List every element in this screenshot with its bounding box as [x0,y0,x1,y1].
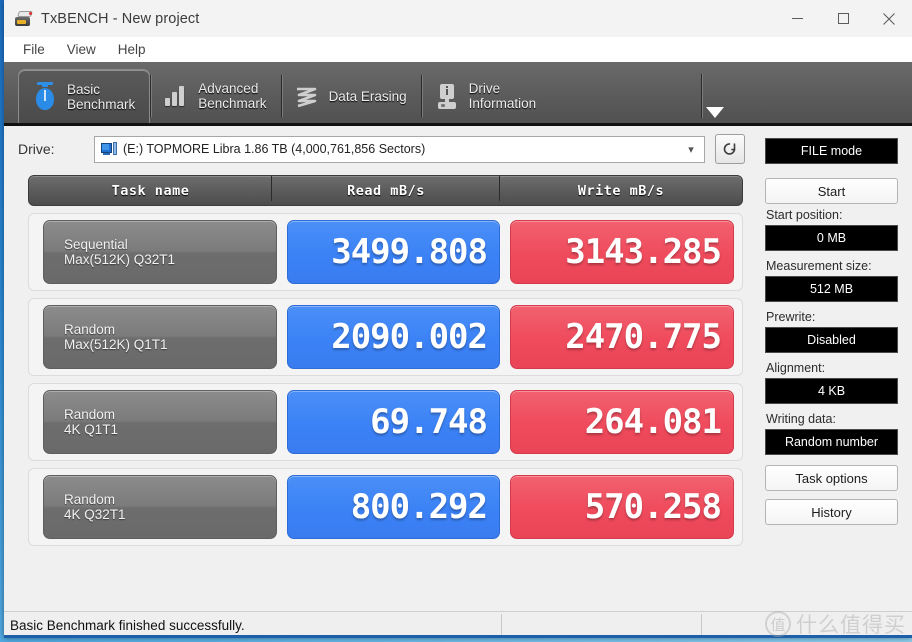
table-row: Random 4K Q32T1 800.292 570.258 [28,468,743,546]
history-button[interactable]: History [765,499,898,525]
menu-bar: File View Help [4,37,912,62]
maximize-button[interactable] [820,0,866,37]
task-line1: Random [64,322,116,337]
tab-basic-benchmark[interactable]: Basic Benchmark [18,69,151,123]
measurement-size-value[interactable]: 512 MB [765,276,898,302]
menu-item-view[interactable]: View [56,39,107,60]
tab-basic-benchmark-label: Basic Benchmark [67,82,135,112]
task-name-cell[interactable]: Sequential Max(512K) Q32T1 [43,220,277,284]
content-area: Drive: (E:) TOPMORE Libra 1.86 TB (4,000… [4,126,912,611]
tab-advanced-benchmark-label: Advanced Benchmark [198,81,266,111]
menu-item-file[interactable]: File [12,39,56,60]
alignment-value[interactable]: 4 KB [765,378,898,404]
tab-advanced-benchmark[interactable]: Advanced Benchmark [150,69,280,123]
task-name-cell[interactable]: Random 4K Q1T1 [43,390,277,454]
file-mode-button[interactable]: FILE mode [765,138,898,164]
tab-label-line2: Benchmark [67,96,136,112]
tab-strip: Basic Benchmark Advanced Benchmark Data … [4,62,912,126]
tab-divider [701,74,702,118]
status-divider [501,614,502,636]
task-line2: Max(512K) Q32T1 [64,252,176,267]
task-name-cell[interactable]: Random Max(512K) Q1T1 [43,305,277,369]
column-header-read: Read mB/s [271,175,500,201]
window-bottom-edge [4,635,912,638]
writing-data-label: Writing data: [766,412,836,426]
tab-label-line1: Data Erasing [328,88,407,104]
alignment-label: Alignment: [766,361,826,375]
status-divider [701,614,702,636]
table-row: Random Max(512K) Q1T1 2090.002 2470.775 [28,298,743,376]
menu-item-help[interactable]: Help [107,39,157,60]
read-value-cell: 69.748 [287,390,500,454]
task-name-cell[interactable]: Random 4K Q32T1 [43,475,277,539]
measurement-size-label: Measurement size: [766,259,872,273]
tab-label-line2: Information [468,96,537,111]
write-value-cell: 2470.775 [510,305,734,369]
prewrite-value[interactable]: Disabled [765,327,898,353]
task-line2: Max(512K) Q1T1 [64,337,168,352]
chevron-down-icon[interactable] [706,107,724,118]
start-position-label: Start position: [766,208,843,222]
start-position-value[interactable]: 0 MB [765,225,898,251]
tab-drive-information[interactable]: Drive Information [420,69,551,123]
task-line1: Random [64,407,116,422]
window-title: TxBENCH - New project [41,10,200,27]
tab-label-line1: Drive [468,81,501,96]
tab-label-line2: Benchmark [198,96,267,111]
read-value-cell: 2090.002 [287,305,500,369]
tab-label-line1: Advanced [198,81,259,96]
writing-data-value[interactable]: Random number [765,429,898,455]
table-row: Sequential Max(512K) Q32T1 3499.808 3143… [28,213,743,291]
minimize-button[interactable] [774,0,820,37]
drive-icon [15,11,33,26]
disk-icon [101,142,117,156]
prewrite-label: Prewrite: [766,310,816,324]
drive-info-icon [433,80,461,112]
status-message: Basic Benchmark finished successfully. [10,617,245,633]
drive-select-value: (E:) TOPMORE Libra 1.86 TB (4,000,761,85… [123,142,426,156]
tab-data-erasing-label: Data Erasing [329,89,407,104]
write-value-cell: 570.258 [510,475,734,539]
tab-data-erasing[interactable]: Data Erasing [280,69,421,123]
table-row: Random 4K Q1T1 69.748 264.081 [28,383,743,461]
chevron-down-icon[interactable]: ▾ [682,143,700,156]
read-value-cell: 3499.808 [287,220,500,284]
task-line1: Sequential [64,237,128,252]
start-button[interactable]: Start [765,178,898,204]
task-line2: 4K Q32T1 [64,507,126,522]
read-value-cell: 800.292 [287,475,500,539]
drive-selector-row: Drive: (E:) TOPMORE Libra 1.86 TB (4,000… [4,126,757,172]
write-value-cell: 264.081 [510,390,734,454]
benchmark-pane: Drive: (E:) TOPMORE Libra 1.86 TB (4,000… [4,126,757,611]
window-controls [774,0,912,37]
results-table-header: Task name Read mB/s Write mB/s [28,175,743,206]
column-header-write: Write mB/s [499,175,742,201]
bar-chart-icon [162,80,190,112]
zigzag-erase-icon [293,80,321,112]
drive-label: Drive: [18,141,55,157]
column-header-task-name: Task name [111,182,190,199]
application-window: TxBENCH - New project File View Help Bas… [4,0,912,638]
write-value-cell: 3143.285 [510,220,734,284]
title-bar: TxBENCH - New project [4,0,912,37]
task-line1: Random [64,492,116,507]
options-sidebar: FILE mode Start Start position: 0 MB Mea… [757,126,912,611]
status-bar: Basic Benchmark finished successfully. [4,611,912,638]
task-line2: 4K Q1T1 [64,422,119,437]
refresh-icon[interactable] [715,134,745,164]
drive-select[interactable]: (E:) TOPMORE Libra 1.86 TB (4,000,761,85… [94,135,705,163]
tab-label-line1: Basic [67,81,101,97]
tab-drive-information-label: Drive Information [469,81,537,111]
task-options-button[interactable]: Task options [765,465,898,491]
close-button[interactable] [866,0,912,37]
stopwatch-icon [31,81,59,113]
